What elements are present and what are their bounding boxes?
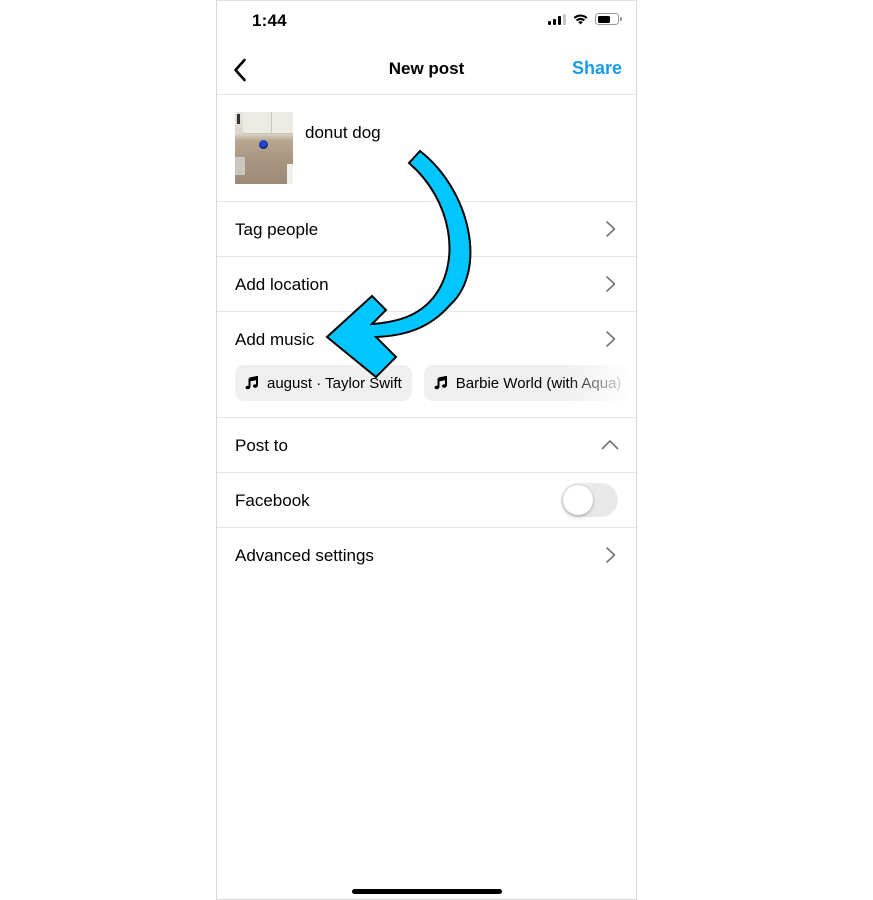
music-chip[interactable]: august · Taylor Swift	[235, 365, 412, 401]
facebook-toggle[interactable]	[561, 483, 618, 517]
caption-input[interactable]: donut dog	[305, 123, 381, 143]
battery-icon	[595, 13, 622, 25]
music-note-icon	[434, 376, 447, 390]
status-bar: 1:44	[217, 1, 636, 41]
tag-people-label: Tag people	[235, 220, 319, 239]
chevron-right-icon	[606, 221, 616, 237]
chevron-right-icon	[606, 331, 616, 347]
share-button[interactable]: Share	[572, 58, 622, 79]
add-music-row[interactable]: Add music	[217, 312, 636, 367]
add-music-label: Add music	[235, 330, 315, 349]
music-suggestions: august · Taylor Swift Barbie World (with…	[235, 365, 632, 401]
phone-screen: 1:44 New post Share donut dog Tag people…	[216, 0, 637, 900]
status-time: 1:44	[252, 11, 287, 30]
home-indicator[interactable]	[352, 889, 502, 894]
facebook-row: Facebook	[217, 473, 636, 528]
wifi-icon	[573, 14, 588, 25]
toggle-knob	[563, 485, 593, 515]
music-note-icon	[245, 376, 258, 390]
nav-bar: New post Share	[217, 45, 636, 95]
music-chip-label: Barbie World (with Aqua)	[455, 374, 622, 392]
post-to-row[interactable]: Post to	[217, 418, 636, 473]
tag-people-row[interactable]: Tag people	[217, 202, 636, 257]
music-chip[interactable]: Barbie World (with Aqua)	[423, 365, 632, 401]
music-chip-label: august · Taylor Swift	[267, 374, 402, 392]
caption-row: donut dog	[217, 96, 636, 202]
add-location-row[interactable]: Add location	[217, 257, 636, 312]
chevron-right-icon	[606, 276, 616, 292]
add-location-label: Add location	[235, 275, 329, 294]
status-icons	[548, 13, 622, 25]
chevron-up-icon	[601, 440, 619, 450]
post-to-label: Post to	[235, 436, 288, 455]
post-thumbnail[interactable]	[235, 112, 293, 184]
signal-icon	[548, 13, 566, 25]
chevron-right-icon	[606, 547, 616, 563]
advanced-settings-label: Advanced settings	[235, 546, 374, 565]
facebook-label: Facebook	[235, 491, 310, 510]
advanced-settings-row[interactable]: Advanced settings	[217, 528, 636, 583]
